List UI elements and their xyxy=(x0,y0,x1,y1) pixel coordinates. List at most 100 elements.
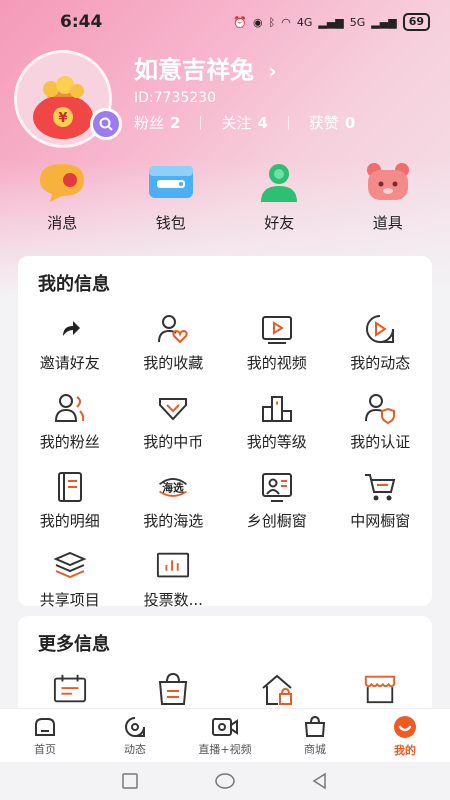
tab-label: 商城 xyxy=(304,742,326,756)
alarm-icon: ⏰ xyxy=(233,15,248,29)
item-label: 中网橱窗 xyxy=(350,512,411,530)
tab-live-video[interactable]: 直播+视频 xyxy=(180,709,270,762)
user-id: ID:7735230 xyxy=(134,90,216,106)
tab-label: 首页 xyxy=(34,742,56,756)
tab-label: 动态 xyxy=(124,742,146,756)
item-label: 我的中币 xyxy=(143,433,204,451)
item-label: 我的等级 xyxy=(246,433,307,451)
stat-likes[interactable]: 获赞 0 xyxy=(309,112,355,133)
item-label: 我的明细 xyxy=(39,512,100,530)
stat-follow[interactable]: 关注 4 xyxy=(221,112,267,133)
quick-props[interactable]: 道具 xyxy=(344,160,432,252)
wifi-icon: ◠ xyxy=(281,15,291,29)
mall-tab-icon xyxy=(304,715,326,737)
item-rural-showcase[interactable]: 乡创橱窗 xyxy=(225,470,329,531)
layers-icon xyxy=(53,551,87,579)
stat-fans-label: 粉丝 xyxy=(134,114,165,132)
home-nav-icon[interactable] xyxy=(214,772,236,790)
more-info-title: 更多信息 xyxy=(38,634,110,655)
user-shield-icon xyxy=(365,394,396,425)
stat-likes-label: 获赞 xyxy=(308,114,339,132)
fans-icon xyxy=(54,394,84,422)
item-certification[interactable]: 我的认证 xyxy=(329,391,433,452)
bottom-tab-bar: 首页 动态 直播+视频 商城 我的 xyxy=(0,708,450,762)
tab-home[interactable]: 首页 xyxy=(0,709,90,762)
item-level[interactable]: 我的等级 xyxy=(225,391,329,452)
profile-stats: 粉丝 2 关注 4 获赞 0 xyxy=(134,112,355,133)
quick-message[interactable]: 消息 xyxy=(18,160,106,252)
item-label: 共享项目 xyxy=(39,591,100,609)
more-info-grid xyxy=(18,672,432,706)
item-label: 我的动态 xyxy=(350,354,411,372)
quick-wallet[interactable]: 钱包 xyxy=(127,160,215,252)
item-label: 我的视频 xyxy=(246,354,307,372)
store-icon xyxy=(365,675,396,704)
signal-icon: ▂▄▆ xyxy=(318,15,344,29)
network-label-2: 5G xyxy=(349,15,366,29)
tab-dynamic[interactable]: 动态 xyxy=(90,709,180,762)
tab-mall[interactable]: 商城 xyxy=(270,709,360,762)
item-label: 投票数... xyxy=(143,591,203,609)
dynamic-tab-icon xyxy=(125,716,145,737)
item-coins[interactable]: 我的中币 xyxy=(122,391,226,452)
item-label: 我的粉丝 xyxy=(39,433,100,451)
more-item-bag[interactable] xyxy=(122,672,226,706)
cart-icon xyxy=(365,474,396,501)
more-item-store[interactable] xyxy=(329,672,433,706)
moment-play-icon xyxy=(366,315,395,343)
svg-text:¥: ¥ xyxy=(58,111,67,126)
calendar-list-icon xyxy=(53,674,86,703)
username[interactable]: 如意吉祥兔 › xyxy=(134,50,277,85)
share-arrow-icon xyxy=(62,321,80,336)
tab-label: 直播+视频 xyxy=(198,742,252,756)
stat-fans-count: 2 xyxy=(170,113,181,132)
more-item-home-lock[interactable] xyxy=(225,672,329,706)
showcase-person-icon xyxy=(261,473,292,502)
stat-likes-count: 0 xyxy=(344,113,356,132)
item-videos[interactable]: 我的视频 xyxy=(225,312,329,373)
system-nav-bar xyxy=(0,762,450,800)
network-label: 4G xyxy=(296,15,313,29)
item-haixuan[interactable]: 海选 我的海选 xyxy=(122,470,226,531)
recent-apps-icon[interactable] xyxy=(121,772,139,790)
item-label: 乡创橱窗 xyxy=(246,512,307,530)
item-vote-count[interactable]: 投票数... xyxy=(122,549,226,610)
more-item-calendar[interactable] xyxy=(18,672,122,706)
mine-tab-icon xyxy=(394,715,416,738)
item-cnnet-showcase[interactable]: 中网橱窗 xyxy=(329,470,433,531)
bag-list-icon xyxy=(159,672,188,705)
item-favorites[interactable]: 我的收藏 xyxy=(122,312,226,373)
message-bubble-icon xyxy=(40,164,85,202)
quick-friend[interactable]: 好友 xyxy=(235,160,323,252)
quick-props-label: 道具 xyxy=(372,214,403,232)
item-shared-projects[interactable]: 共享项目 xyxy=(18,549,122,610)
stat-follow-count: 4 xyxy=(257,113,268,132)
wallet-icon xyxy=(148,166,193,198)
quick-friend-label: 好友 xyxy=(264,214,295,232)
item-details[interactable]: 我的明细 xyxy=(18,470,122,531)
profile-header[interactable]: ¥ 如意吉祥兔 › ID:7735230 粉丝 2 关注 4 获赞 0 xyxy=(14,50,434,150)
item-label: 我的收藏 xyxy=(143,354,204,372)
item-invite-friends[interactable]: 邀请好友 xyxy=(18,312,122,373)
item-label: 我的海选 xyxy=(143,512,204,530)
bluetooth-icon: ᛒ xyxy=(268,15,276,29)
ledger-icon xyxy=(57,472,82,502)
back-icon[interactable] xyxy=(311,772,329,790)
avatar-edit-button[interactable] xyxy=(90,108,122,140)
item-label: 邀请好友 xyxy=(39,354,100,372)
item-fans[interactable]: 我的粉丝 xyxy=(18,391,122,452)
signal-icon-2: ▂▄▆ xyxy=(371,15,397,29)
divider xyxy=(287,115,289,130)
tab-mine[interactable]: 我的 xyxy=(360,709,450,762)
status-icons: ⏰ ◉ ᛒ ◠ 4G ▂▄▆ 5G ▂▄▆ 69 xyxy=(233,13,430,31)
item-moments[interactable]: 我的动态 xyxy=(329,312,433,373)
stat-fans[interactable]: 粉丝 2 xyxy=(134,112,180,133)
coin-diamond-icon xyxy=(159,398,188,421)
camera-tab-icon xyxy=(212,717,238,736)
level-bars-icon xyxy=(261,396,292,422)
quick-message-label: 消息 xyxy=(47,214,78,232)
haixuan-icon: 海选 xyxy=(159,478,188,497)
quick-wallet-label: 钱包 xyxy=(155,214,186,232)
eye-icon: ◉ xyxy=(253,15,263,29)
item-label: 我的认证 xyxy=(350,433,411,451)
